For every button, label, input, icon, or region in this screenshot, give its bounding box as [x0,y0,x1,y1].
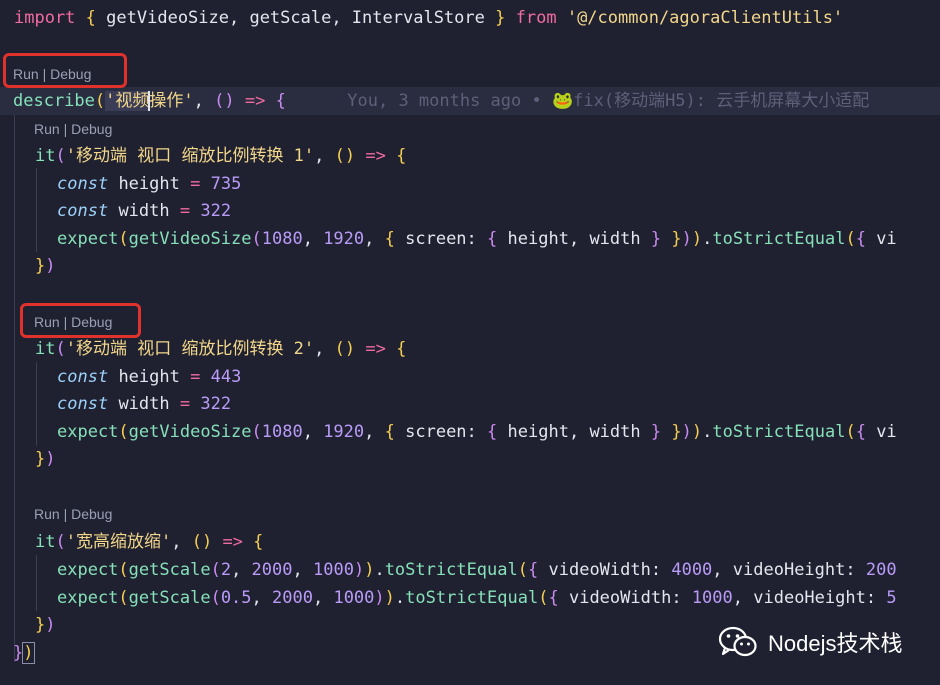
describe-call: describe [13,91,95,111]
code-line-const-width-1[interactable]: const width = 322 [57,197,231,225]
arg-number: 1080 [261,229,303,249]
code-line-import[interactable]: import { getVideoSize, getScale, Interva… [14,4,843,32]
imported-names: getVideoSize, getScale, IntervalStore [106,8,485,28]
code-line-expect-scale-2[interactable]: expect(getScale(0.5, 2000, 1000)).toStri… [57,584,897,612]
code-line-describe[interactable]: describe('视频操作', () => { You, 3 months a… [0,87,940,115]
describe-name-end: 操作' [149,91,194,111]
run-link[interactable]: Run [34,506,60,522]
object-value: 1000 [691,588,733,608]
function-call: getScale [128,588,211,608]
function-call: getVideoSize [128,422,252,442]
object-key: videoHeight [732,560,846,580]
code-line-close-1[interactable]: }) [35,252,56,280]
width-value: 322 [200,201,232,221]
codelens-separator: | [59,506,72,522]
code-line-it-1[interactable]: it('移动端 视口 缩放比例转换 1', () => { [35,142,406,170]
variable-name: width [118,394,170,414]
assert-call: toStrictEqual [405,588,539,608]
object-key: height [507,422,569,442]
object-value: 200 [865,560,897,580]
test-name: '移动端 视口 缩放比例转换 1' [65,146,315,166]
code-line-close-2[interactable]: }) [35,445,56,473]
code-line-const-width-2[interactable]: const width = 322 [57,390,231,418]
code-line-it-3[interactable]: it('宽高缩放缩', () => { [35,528,263,556]
assert-call: toStrictEqual [384,560,518,580]
code-line-close-3[interactable]: }) [35,611,56,639]
assert-call: toStrictEqual [712,422,846,442]
watermark: Nodejs技术栈 [718,624,902,660]
object-key: videoHeight [753,588,866,608]
run-link[interactable]: Run [34,121,60,137]
height-value: 735 [210,174,242,194]
code-line-it-2[interactable]: it('移动端 视口 缩放比例转换 2', () => { [35,335,406,363]
from-keyword: from [515,8,557,28]
indent-guide [36,555,37,611]
code-line-close-describe[interactable]: }) [13,639,35,667]
arg-number: 1920 [323,422,365,442]
height-value: 443 [210,367,242,387]
code-editor[interactable]: import { getVideoSize, getScale, Interva… [0,0,940,685]
code-line-expect-2[interactable]: expect(getVideoSize(1080, 1920, { screen… [57,418,897,446]
arg-number: 0.5 [220,588,252,608]
assert-call: toStrictEqual [712,229,846,249]
truncated-text: vi [876,422,897,442]
debug-link[interactable]: Debug [71,121,112,137]
variable-name: height [118,367,180,387]
describe-name-start: '视频 [105,91,150,111]
object-key: screen [405,422,467,442]
code-line-const-height-1[interactable]: const height = 735 [57,170,241,198]
highlight-box-test-2 [20,303,141,338]
const-keyword: const [57,367,109,387]
arg-number: 1080 [261,422,303,442]
wechat-icon [718,626,757,657]
const-keyword: const [57,394,109,414]
function-call: getVideoSize [128,229,252,249]
highlight-box-describe [3,53,127,88]
object-key: videoWidth [568,588,672,608]
object-key: height [507,229,569,249]
arg-number: 2000 [272,588,313,608]
codelens-test-1[interactable]: Run | Debug [34,119,112,139]
arg-number: 1000 [333,588,375,608]
arg-number: 1920 [323,229,365,249]
function-call: getScale [128,560,211,580]
codelens-separator: | [59,121,72,137]
object-key: screen [405,229,467,249]
code-line-const-height-2[interactable]: const height = 443 [57,363,241,391]
object-key: width [589,422,641,442]
import-path: '@/common/agoraClientUtils' [566,8,844,28]
indent-guide [14,114,15,662]
variable-name: height [118,174,180,194]
git-blame-annotation: You, 3 months ago • 🐸fix(移动端H5): 云手机屏幕大小… [347,91,870,111]
arg-number: 1000 [312,560,354,580]
object-value: 4000 [671,560,713,580]
expect-call: expect [57,560,119,580]
import-keyword: import [14,8,76,28]
const-keyword: const [57,201,109,221]
code-line-expect-1[interactable]: expect(getVideoSize(1080, 1920, { screen… [57,225,897,253]
object-key: width [589,229,641,249]
indent-guide [36,168,37,252]
object-key: videoWidth [548,560,651,580]
test-name: '移动端 视口 缩放比例转换 2' [65,339,315,359]
expect-call: expect [57,422,119,442]
width-value: 322 [200,394,232,414]
it-call: it [35,532,56,552]
watermark-text: Nodejs技术栈 [768,631,903,656]
it-call: it [35,146,56,166]
it-call: it [35,339,56,359]
truncated-text: vi [876,229,897,249]
code-line-expect-scale-1[interactable]: expect(getScale(2, 2000, 1000)).toStrict… [57,556,897,584]
arg-number: 2000 [251,560,293,580]
arg-number: 2 [220,560,232,580]
variable-name: width [118,201,170,221]
debug-link[interactable]: Debug [71,506,112,522]
const-keyword: const [57,174,109,194]
test-name: '宽高缩放缩' [65,532,172,552]
expect-call: expect [57,229,119,249]
object-value: 5 [886,588,897,608]
codelens-test-3[interactable]: Run | Debug [34,504,112,524]
expect-call: expect [57,588,119,608]
indent-guide [36,362,37,446]
